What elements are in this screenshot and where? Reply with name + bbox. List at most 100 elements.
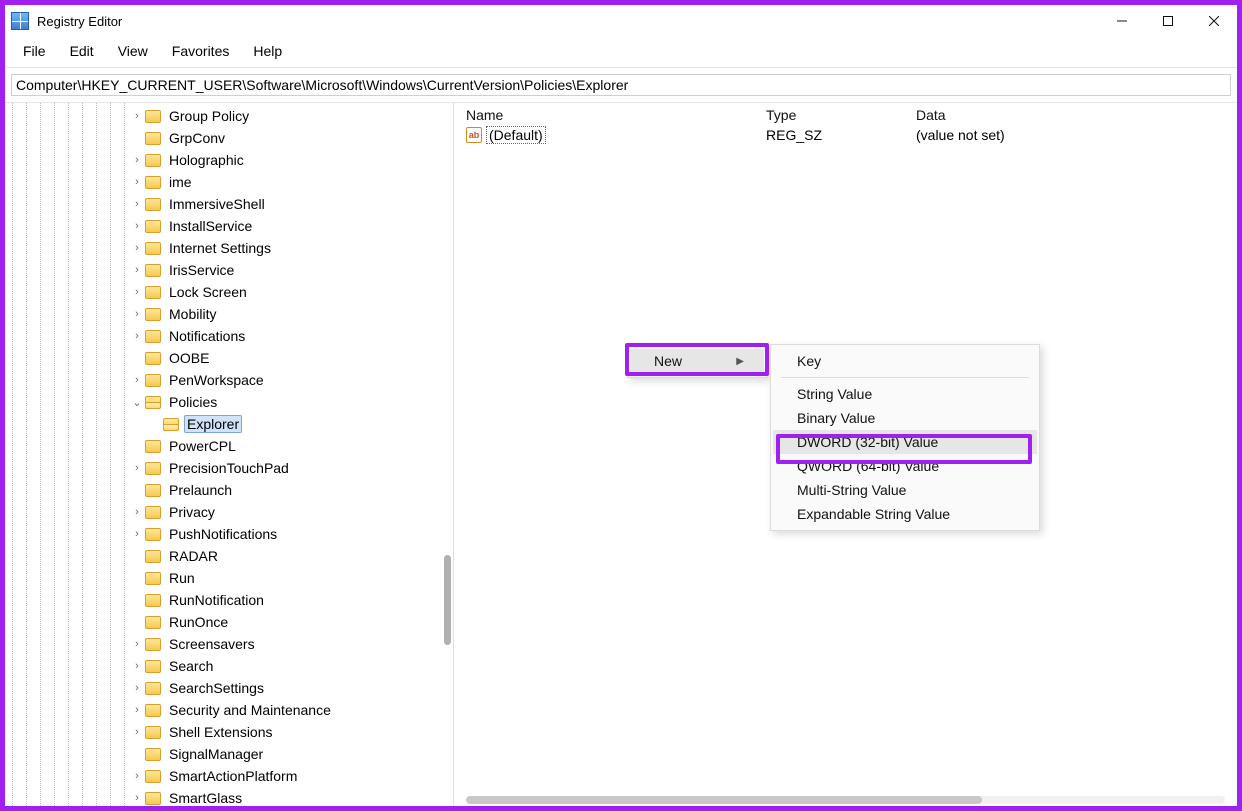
col-type-header[interactable]: Type (766, 107, 916, 123)
tree-node-label: Privacy (166, 504, 218, 520)
folder-icon (145, 462, 161, 475)
tree-node-label: RunNotification (166, 592, 267, 608)
tree-pane[interactable]: › Group Policy ›GrpConv › Holographic ›ime›Im… (5, 103, 454, 806)
tree-node-notifications[interactable]: ›Notifications (131, 325, 453, 347)
menu-bar: File Edit View Favorites Help (5, 37, 1237, 68)
tree-node-explorer[interactable]: ›Explorer (131, 413, 453, 435)
tree-node-grpconv[interactable]: ›GrpConv (131, 127, 453, 149)
new-multistring-value[interactable]: Multi-String Value (773, 478, 1037, 502)
chevron-icon[interactable]: › (131, 154, 143, 166)
tree-node-lock-screen[interactable]: › Lock Screen (131, 281, 453, 303)
chevron-icon[interactable]: › (131, 770, 143, 782)
chevron-icon[interactable]: › (131, 506, 143, 518)
tree-node-pushnotifications[interactable]: ›PushNotifications (131, 523, 453, 545)
chevron-icon[interactable]: › (131, 308, 143, 320)
value-row[interactable]: ab (Default) REG_SZ (value not set) (454, 125, 1237, 145)
chevron-icon[interactable]: › (131, 682, 143, 694)
context-submenu-new[interactable]: Key String Value Binary Value DWORD (32-… (770, 344, 1040, 531)
new-qword-value[interactable]: QWORD (64-bit) Value (773, 454, 1037, 478)
chevron-icon[interactable]: › (131, 726, 143, 738)
tree-node-mobility[interactable]: ›Mobility (131, 303, 453, 325)
context-menu[interactable]: New ▶ (627, 344, 767, 378)
tree-scrollbar[interactable] (444, 555, 451, 645)
col-name-header[interactable]: Name (466, 107, 766, 123)
folder-icon (145, 770, 161, 783)
tree-node-runonce[interactable]: ›RunOnce (131, 611, 453, 633)
chevron-icon[interactable]: › (131, 660, 143, 672)
tree-node-runnotification[interactable]: ›RunNotification (131, 589, 453, 611)
new-expandablestring-value[interactable]: Expandable String Value (773, 502, 1037, 526)
chevron-icon[interactable]: › (131, 286, 143, 298)
chevron-icon[interactable]: › (131, 374, 143, 386)
tree-node-internet-settings[interactable]: › Internet Settings (131, 237, 453, 259)
value-data-cell: (value not set) (916, 127, 1225, 143)
tree-node-run[interactable]: ›Run (131, 567, 453, 589)
tree-node-holographic[interactable]: › Holographic (131, 149, 453, 171)
tree-node-installservice[interactable]: ›InstallService (131, 215, 453, 237)
tree-node-label: Internet Settings (166, 240, 274, 256)
tree-node-privacy[interactable]: › Privacy (131, 501, 453, 523)
tree-node-shell-extensions[interactable]: ›Shell Extensions (131, 721, 453, 743)
tree-node-group-policy[interactable]: › Group Policy (131, 105, 453, 127)
menu-file[interactable]: File (13, 41, 56, 61)
chevron-icon[interactable]: › (131, 176, 143, 188)
window-controls (1099, 5, 1237, 37)
tree-node-irisservice[interactable]: ›IrisService (131, 259, 453, 281)
tree-node-security-and-maintenance[interactable]: ›Security and Maintenance (131, 699, 453, 721)
chevron-icon[interactable]: › (131, 462, 143, 474)
menu-edit[interactable]: Edit (60, 41, 104, 61)
new-string-value[interactable]: String Value (773, 382, 1037, 406)
tree-node-label: Lock Screen (166, 284, 250, 300)
tree-node-policies[interactable]: ⌄Policies (131, 391, 453, 413)
tree-node-penworkspace[interactable]: ›PenWorkspace (131, 369, 453, 391)
menu-favorites[interactable]: Favorites (162, 41, 240, 61)
chevron-icon[interactable]: › (131, 638, 143, 650)
tree-node-label: PowerCPL (166, 438, 239, 454)
menu-help[interactable]: Help (243, 41, 292, 61)
new-binary-value[interactable]: Binary Value (773, 406, 1037, 430)
tree-node-powercpl[interactable]: ›PowerCPL (131, 435, 453, 457)
chevron-icon[interactable]: › (131, 242, 143, 254)
chevron-icon[interactable]: › (131, 264, 143, 276)
tree-node-smartglass[interactable]: ›SmartGlass (131, 787, 453, 806)
folder-icon (145, 396, 161, 409)
tree-node-immersiveshell[interactable]: ›ImmersiveShell (131, 193, 453, 215)
tree-node-label: Group Policy (166, 108, 252, 124)
tree-node-precisiontouchpad[interactable]: ›PrecisionTouchPad (131, 457, 453, 479)
tree-node-label: RADAR (166, 548, 221, 564)
chevron-icon[interactable]: › (131, 792, 143, 804)
chevron-icon[interactable]: › (131, 528, 143, 540)
tree-node-signalmanager[interactable]: ›SignalManager (131, 743, 453, 765)
tree-node-searchsettings[interactable]: ›SearchSettings (131, 677, 453, 699)
context-new[interactable]: New ▶ (630, 349, 764, 373)
tree-node-search[interactable]: ›Search (131, 655, 453, 677)
tree-node-label: SmartActionPlatform (166, 768, 300, 784)
folder-icon (145, 330, 161, 343)
chevron-icon[interactable]: › (131, 704, 143, 716)
tree-node-screensavers[interactable]: ›Screensavers (131, 633, 453, 655)
chevron-icon[interactable]: ⌄ (131, 396, 143, 409)
chevron-icon[interactable]: › (131, 198, 143, 210)
close-button[interactable] (1191, 5, 1237, 37)
tree-node-radar[interactable]: ›RADAR (131, 545, 453, 567)
chevron-icon[interactable]: › (131, 110, 143, 122)
tree-node-prelaunch[interactable]: ›Prelaunch (131, 479, 453, 501)
address-input[interactable] (11, 74, 1231, 96)
folder-icon (145, 748, 161, 761)
folder-icon (145, 594, 161, 607)
menu-view[interactable]: View (108, 41, 158, 61)
tree-node-label: Holographic (166, 152, 247, 168)
tree-node-smartactionplatform[interactable]: › SmartActionPlatform (131, 765, 453, 787)
tree-node-oobe[interactable]: ›OOBE (131, 347, 453, 369)
horizontal-scrollbar[interactable] (466, 796, 1225, 804)
chevron-icon[interactable]: › (131, 220, 143, 232)
new-dword-value[interactable]: DWORD (32-bit) Value (773, 430, 1037, 454)
column-headers[interactable]: Name Type Data (454, 103, 1237, 125)
new-key[interactable]: Key (773, 349, 1037, 373)
maximize-button[interactable] (1145, 5, 1191, 37)
col-data-header[interactable]: Data (916, 107, 1225, 123)
values-pane[interactable]: Name Type Data ab (Default) REG_SZ (valu… (454, 103, 1237, 806)
chevron-icon[interactable]: › (131, 330, 143, 342)
minimize-button[interactable] (1099, 5, 1145, 37)
tree-node-ime[interactable]: ›ime (131, 171, 453, 193)
